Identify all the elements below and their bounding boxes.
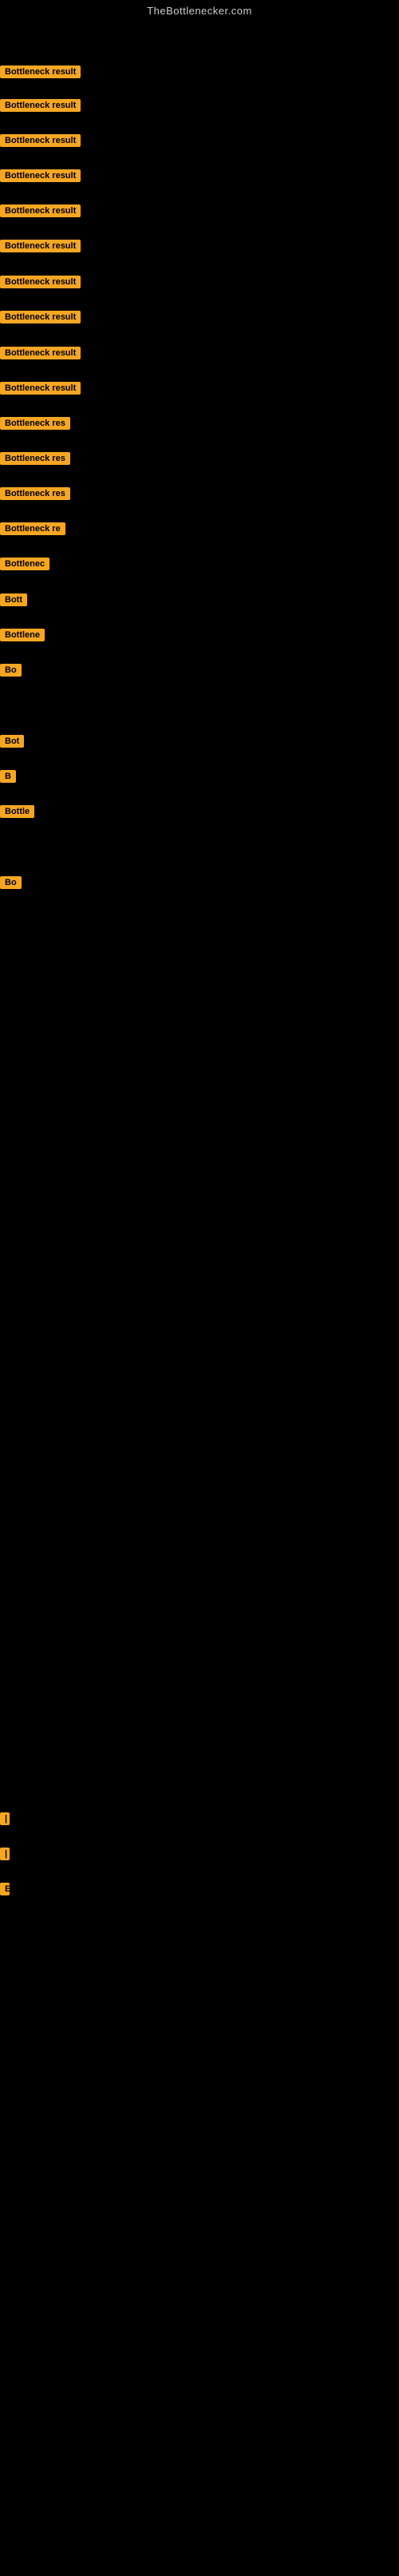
site-title: TheBottlenecker.com	[0, 0, 399, 20]
bottleneck-badge-9[interactable]: Bottleneck result	[0, 347, 81, 359]
bottleneck-badge-10[interactable]: Bottleneck result	[0, 382, 81, 395]
bottleneck-badge-3[interactable]: Bottleneck result	[0, 134, 81, 147]
bottleneck-result-row-5: Bottleneck result	[0, 204, 81, 221]
bottleneck-result-row-2: Bottleneck result	[0, 99, 81, 116]
bottleneck-result-row-22: Bo	[0, 876, 22, 893]
bottleneck-badge-2[interactable]: Bottleneck result	[0, 99, 81, 112]
bottleneck-badge-11[interactable]: Bottleneck res	[0, 417, 70, 430]
bottleneck-badge-4[interactable]: Bottleneck result	[0, 169, 81, 182]
bottleneck-badge-25[interactable]: E	[0, 1883, 10, 1895]
bottleneck-badge-23[interactable]: |	[0, 1812, 10, 1825]
bottleneck-badge-19[interactable]: Bot	[0, 735, 24, 748]
bottleneck-result-row-11: Bottleneck res	[0, 417, 70, 434]
bottleneck-result-row-18: Bo	[0, 664, 22, 681]
bottleneck-result-row-7: Bottleneck result	[0, 276, 81, 292]
bottleneck-badge-15[interactable]: Bottlenec	[0, 558, 49, 570]
bottleneck-result-row-23: |	[0, 1812, 10, 1829]
bottleneck-badge-13[interactable]: Bottleneck res	[0, 487, 70, 500]
bottleneck-result-row-4: Bottleneck result	[0, 169, 81, 186]
bottleneck-badge-21[interactable]: Bottle	[0, 805, 34, 818]
bottleneck-result-row-1: Bottleneck result	[0, 65, 81, 82]
bottleneck-result-row-17: Bottlene	[0, 629, 45, 645]
bottleneck-badge-16[interactable]: Bott	[0, 593, 27, 606]
bottleneck-badge-22[interactable]: Bo	[0, 876, 22, 889]
bottleneck-badge-17[interactable]: Bottlene	[0, 629, 45, 641]
bottleneck-badge-8[interactable]: Bottleneck result	[0, 311, 81, 323]
bottleneck-result-row-12: Bottleneck res	[0, 452, 70, 469]
bottleneck-result-row-25: E	[0, 1883, 10, 1899]
bottleneck-badge-20[interactable]: B	[0, 770, 16, 783]
bottleneck-result-row-14: Bottleneck re	[0, 522, 65, 539]
bottleneck-badge-6[interactable]: Bottleneck result	[0, 240, 81, 252]
bottleneck-badge-14[interactable]: Bottleneck re	[0, 522, 65, 535]
bottleneck-badge-18[interactable]: Bo	[0, 664, 22, 677]
bottleneck-badge-24[interactable]: |	[0, 1848, 10, 1860]
bottleneck-badge-1[interactable]: Bottleneck result	[0, 65, 81, 78]
bottleneck-result-row-10: Bottleneck result	[0, 382, 81, 399]
bottleneck-result-row-20: B	[0, 770, 16, 787]
bottleneck-badge-5[interactable]: Bottleneck result	[0, 204, 81, 217]
bottleneck-badge-7[interactable]: Bottleneck result	[0, 276, 81, 288]
bottleneck-result-row-15: Bottlenec	[0, 558, 49, 574]
bottleneck-result-row-13: Bottleneck res	[0, 487, 70, 504]
bottleneck-result-row-9: Bottleneck result	[0, 347, 81, 363]
bottleneck-badge-12[interactable]: Bottleneck res	[0, 452, 70, 465]
bottleneck-result-row-8: Bottleneck result	[0, 311, 81, 327]
bottleneck-result-row-16: Bott	[0, 593, 27, 610]
bottleneck-result-row-3: Bottleneck result	[0, 134, 81, 151]
bottleneck-result-row-24: |	[0, 1848, 10, 1864]
bottleneck-result-row-21: Bottle	[0, 805, 34, 822]
bottleneck-result-row-19: Bot	[0, 735, 24, 752]
bottleneck-result-row-6: Bottleneck result	[0, 240, 81, 256]
